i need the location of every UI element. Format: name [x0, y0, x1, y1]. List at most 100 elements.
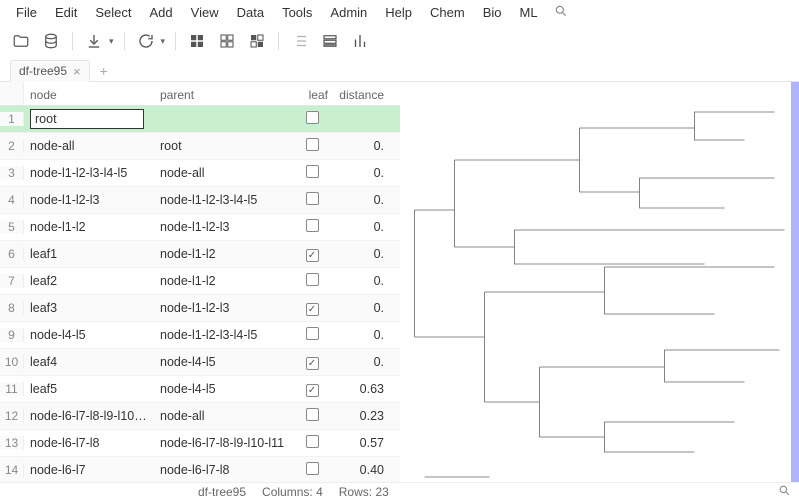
- menu-chem[interactable]: Chem: [422, 3, 473, 22]
- cell-leaf[interactable]: [294, 269, 330, 293]
- cell-parent[interactable]: node-l1-l2: [154, 243, 294, 265]
- table-row[interactable]: 12node-l6-l7-l8-l9-l10-l11node-all0.23: [0, 403, 400, 430]
- col-header-parent[interactable]: parent: [154, 82, 294, 105]
- cell-leaf[interactable]: [294, 404, 330, 428]
- database-icon[interactable]: [40, 30, 62, 52]
- menu-select[interactable]: Select: [87, 3, 139, 22]
- cell-node[interactable]: node-l4-l5: [24, 324, 154, 346]
- table-row[interactable]: 14node-l6-l7node-l6-l7-l80.40: [0, 457, 400, 482]
- cell-node[interactable]: leaf3: [24, 297, 154, 319]
- viz-scroll-vertical[interactable]: [791, 82, 799, 482]
- cell-parent[interactable]: node-l1-l2-l3: [154, 297, 294, 319]
- checkbox-icon[interactable]: [306, 192, 319, 205]
- cell-node[interactable]: node-all: [24, 135, 154, 157]
- cell-leaf[interactable]: [294, 243, 330, 266]
- checkbox-icon[interactable]: [306, 435, 319, 448]
- cell-leaf[interactable]: [294, 134, 330, 158]
- cell-node[interactable]: leaf5: [24, 378, 154, 400]
- cell-distance[interactable]: 0.: [330, 162, 390, 184]
- search-icon[interactable]: [778, 484, 791, 500]
- cell-parent[interactable]: node-all: [154, 162, 294, 184]
- cell-leaf[interactable]: [294, 323, 330, 347]
- checkbox-icon[interactable]: [306, 384, 319, 397]
- checkbox-icon[interactable]: [306, 462, 319, 475]
- cell-node[interactable]: leaf1: [24, 243, 154, 265]
- cell-leaf[interactable]: [294, 215, 330, 239]
- table-row[interactable]: 8leaf3node-l1-l2-l30.: [0, 295, 400, 322]
- grid-small-icon[interactable]: [216, 30, 238, 52]
- rows-icon[interactable]: [319, 30, 341, 52]
- cell-distance[interactable]: 0.: [330, 270, 390, 292]
- menu-data[interactable]: Data: [229, 3, 272, 22]
- grid-body[interactable]: 1root2node-allroot0.3node-l1-l2-l3-l4-l5…: [0, 106, 400, 482]
- cell-node[interactable]: node-l1-l2-l3-l4-l5: [24, 162, 154, 184]
- cell-distance[interactable]: [330, 115, 390, 123]
- cell-distance[interactable]: 0.: [330, 243, 390, 265]
- chevron-down-icon[interactable]: ▾: [161, 36, 166, 47]
- cell-distance[interactable]: 0.57: [330, 432, 390, 454]
- grid-large-icon[interactable]: [186, 30, 208, 52]
- table-row[interactable]: 2node-allroot0.: [0, 133, 400, 160]
- cell-leaf[interactable]: [294, 351, 330, 374]
- menu-edit[interactable]: Edit: [47, 3, 85, 22]
- table-row[interactable]: 4node-l1-l2-l3node-l1-l2-l3-l4-l50.: [0, 187, 400, 214]
- cell-node[interactable]: node-l1-l2: [24, 216, 154, 238]
- cell-leaf[interactable]: [294, 431, 330, 455]
- checkbox-icon[interactable]: [306, 273, 319, 286]
- checkbox-icon[interactable]: [306, 138, 319, 151]
- cell-node[interactable]: leaf4: [24, 351, 154, 373]
- close-icon[interactable]: ×: [73, 64, 81, 79]
- cell-parent[interactable]: node-l1-l2-l3-l4-l5: [154, 324, 294, 346]
- cell-node[interactable]: node-l1-l2-l3: [24, 189, 154, 211]
- menu-tools[interactable]: Tools: [274, 3, 320, 22]
- cell-distance[interactable]: 0.: [330, 189, 390, 211]
- cell-leaf[interactable]: [294, 161, 330, 185]
- table-row[interactable]: 10leaf4node-l4-l50.: [0, 349, 400, 376]
- dendrogram-svg[interactable]: [400, 82, 799, 482]
- checkbox-icon[interactable]: [306, 249, 319, 262]
- checkbox-icon[interactable]: [306, 357, 319, 370]
- cell-distance[interactable]: 0.23: [330, 405, 390, 427]
- checkbox-icon[interactable]: [306, 303, 319, 316]
- col-header-node[interactable]: node: [24, 82, 154, 105]
- grid-mixed-icon[interactable]: [246, 30, 268, 52]
- cell-distance[interactable]: 0.: [330, 324, 390, 346]
- download-icon[interactable]: [83, 30, 105, 52]
- col-header-distance[interactable]: distance: [330, 82, 390, 105]
- checkbox-icon[interactable]: [306, 111, 319, 124]
- menu-ml[interactable]: ML: [512, 3, 546, 22]
- table-row[interactable]: 9node-l4-l5node-l1-l2-l3-l4-l50.: [0, 322, 400, 349]
- table-row[interactable]: 3node-l1-l2-l3-l4-l5node-all0.: [0, 160, 400, 187]
- table-row[interactable]: 13node-l6-l7-l8node-l6-l7-l8-l9-l10-l110…: [0, 430, 400, 457]
- table-row[interactable]: 7leaf2node-l1-l20.: [0, 268, 400, 295]
- cell-node[interactable]: root: [24, 106, 154, 133]
- table-row[interactable]: 5node-l1-l2node-l1-l2-l30.: [0, 214, 400, 241]
- cell-parent[interactable]: node-l4-l5: [154, 351, 294, 373]
- menu-view[interactable]: View: [183, 3, 227, 22]
- cell-distance[interactable]: 0.: [330, 351, 390, 373]
- chevron-down-icon[interactable]: ▾: [109, 36, 114, 47]
- cell-node[interactable]: node-l6-l7-l8-l9-l10-l11: [24, 405, 154, 427]
- list-icon[interactable]: [289, 30, 311, 52]
- add-tab-button[interactable]: +: [96, 63, 112, 79]
- table-row[interactable]: 1root: [0, 106, 400, 133]
- tab-active[interactable]: df-tree95 ×: [10, 60, 90, 82]
- cell-parent[interactable]: node-all: [154, 405, 294, 427]
- cell-node[interactable]: leaf2: [24, 270, 154, 292]
- cell-leaf[interactable]: [294, 297, 330, 320]
- cell-parent[interactable]: node-l6-l7-l8: [154, 459, 294, 481]
- cell-distance[interactable]: 0.40: [330, 459, 390, 481]
- cell-leaf[interactable]: [294, 378, 330, 401]
- cell-parent[interactable]: node-l1-l2-l3-l4-l5: [154, 189, 294, 211]
- cell-distance[interactable]: 0.63: [330, 378, 390, 400]
- open-folder-icon[interactable]: [10, 30, 32, 52]
- cell-parent[interactable]: root: [154, 135, 294, 157]
- cell-parent[interactable]: [154, 115, 294, 123]
- checkbox-icon[interactable]: [306, 219, 319, 232]
- cell-distance[interactable]: 0.: [330, 297, 390, 319]
- cell-parent[interactable]: node-l6-l7-l8-l9-l10-l11: [154, 432, 294, 454]
- cell-leaf[interactable]: [294, 188, 330, 212]
- menu-file[interactable]: File: [8, 3, 45, 22]
- cell-parent[interactable]: node-l1-l2-l3: [154, 216, 294, 238]
- table-row[interactable]: 11leaf5node-l4-l50.63: [0, 376, 400, 403]
